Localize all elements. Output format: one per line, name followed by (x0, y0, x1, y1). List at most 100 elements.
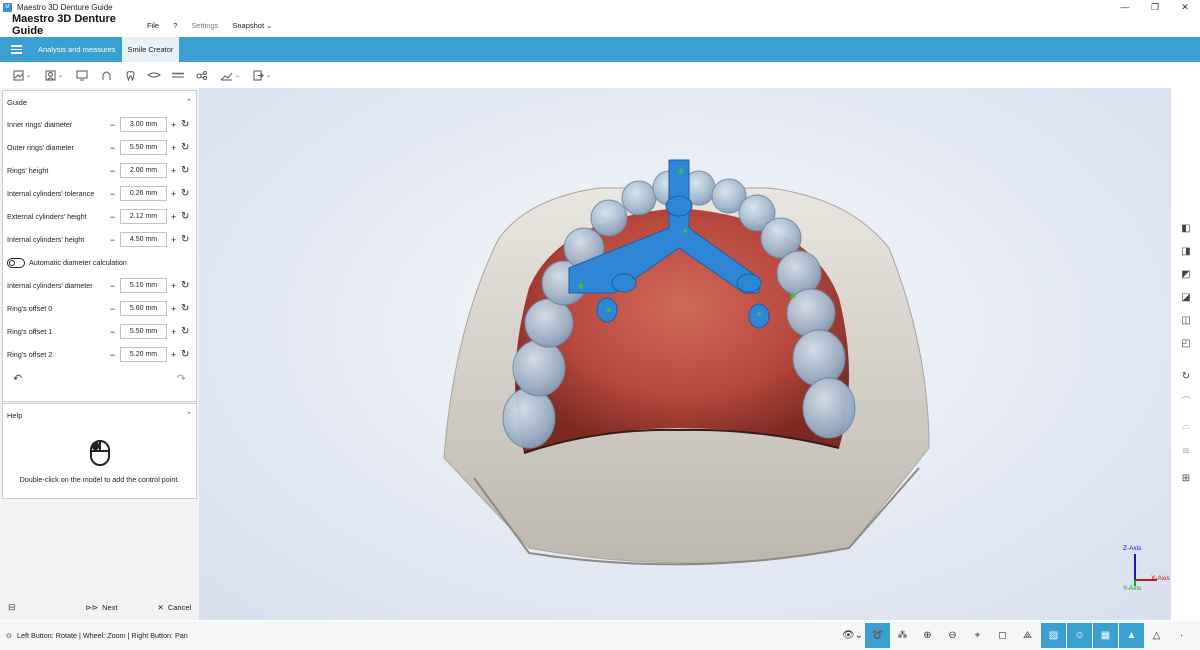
wireframe-view-icon[interactable]: △ (1144, 623, 1169, 648)
view-left-icon[interactable]: ◩ (1179, 268, 1193, 282)
view-right-icon[interactable]: ◪ (1179, 291, 1193, 305)
image-dropdown-icon[interactable]: ⌄ (6, 65, 38, 85)
decrement-button[interactable]: − (107, 304, 119, 314)
center-icon[interactable]: ⌖ (965, 623, 990, 648)
connector-icon[interactable] (190, 65, 214, 85)
tooth-icon[interactable] (118, 65, 142, 85)
hamburger-menu-icon[interactable] (0, 37, 32, 62)
more-icon[interactable]: · (1169, 623, 1194, 648)
increment-button[interactable]: + (169, 327, 179, 337)
reset-icon[interactable]: ↻ (178, 211, 192, 222)
param-row: Internal cylinders' height − 4.50 mm + ↻ (3, 228, 196, 251)
profile-view-icon[interactable]: ☺ (1067, 623, 1092, 648)
param-label: Internal cylinders' diameter (7, 281, 93, 290)
tab-analysis[interactable]: Analysis and measures (32, 37, 122, 62)
upper-arch-icon[interactable]: ⌒ (1179, 396, 1193, 410)
decrement-button[interactable]: − (107, 166, 119, 176)
param-value-input[interactable]: 5.50 mm (120, 140, 167, 155)
rotate-view-icon[interactable]: ↻ (1179, 370, 1193, 384)
collapse-panel-icon[interactable]: ⊟ (8, 602, 16, 613)
decrement-button[interactable]: − (107, 327, 119, 337)
increment-button[interactable]: + (169, 189, 179, 199)
increment-button[interactable]: + (169, 235, 179, 245)
gum-icon[interactable] (142, 65, 166, 85)
teeth-view-icon[interactable]: ▦ (1093, 623, 1118, 648)
screen-icon[interactable] (70, 65, 94, 85)
reset-icon[interactable]: ↻ (178, 326, 192, 337)
export-dropdown-icon[interactable]: ⌄ (246, 65, 278, 85)
profile-dropdown-icon[interactable]: ⌄ (38, 65, 70, 85)
increment-button[interactable]: + (169, 304, 179, 314)
reset-icon[interactable]: ↻ (178, 119, 192, 130)
decrement-button[interactable]: − (107, 350, 119, 360)
increment-button[interactable]: + (169, 350, 179, 360)
param-value-input[interactable]: 5.20 mm (120, 347, 167, 362)
chevron-up-icon[interactable]: ⌃ (186, 98, 192, 106)
param-value-input[interactable]: 2.12 mm (120, 209, 167, 224)
menu-file[interactable]: File (147, 21, 159, 30)
mesh-icon[interactable]: ⟁ (1015, 623, 1040, 648)
image-view-icon[interactable]: ▨ (1041, 623, 1066, 648)
increment-button[interactable]: + (169, 166, 179, 176)
param-value-input[interactable]: 3.00 mm (120, 117, 167, 132)
param-value-input[interactable]: 4.50 mm (120, 232, 167, 247)
view-back-icon[interactable]: ◨ (1179, 245, 1193, 259)
view-bottom-icon[interactable]: ◰ (1179, 337, 1193, 351)
next-button[interactable]: ⊳⊳ Next (86, 603, 118, 612)
reset-icon[interactable]: ↻ (178, 188, 192, 199)
auto-diameter-toggle[interactable] (7, 257, 25, 268)
increment-button[interactable]: + (169, 120, 179, 130)
tab-smile-creator[interactable]: Smile Creator (121, 37, 180, 62)
reset-icon[interactable]: ↻ (178, 165, 192, 176)
menu-help[interactable]: ? (173, 21, 177, 30)
visibility-dropdown-icon[interactable]: 👁⌄ (840, 623, 865, 648)
menu-snapshot[interactable]: Snapshot ⌄ (232, 21, 272, 30)
grid-icon[interactable]: ⊞ (1179, 472, 1193, 486)
restore-button[interactable]: ❐ (1140, 0, 1170, 14)
guide-header[interactable]: Guide ⌃ (3, 91, 196, 113)
reset-icon[interactable]: ↻ (178, 234, 192, 245)
param-value-input[interactable]: 2.00 mm (120, 163, 167, 178)
points-icon[interactable]: ⁂ (890, 623, 915, 648)
decrement-button[interactable]: − (107, 120, 119, 130)
view-front-icon[interactable]: ◧ (1179, 222, 1193, 236)
reset-icon[interactable]: ↻ (178, 280, 192, 291)
decrement-button[interactable]: − (107, 281, 119, 291)
menu-bar: Maestro 3D Denture Guide File ? Settings… (0, 13, 1200, 37)
view-top-icon[interactable]: ◫ (1179, 314, 1193, 328)
param-value-input[interactable]: 5.10 mm (120, 278, 167, 293)
teeth-row-icon[interactable] (166, 65, 190, 85)
zoom-in-icon[interactable]: ⊕ (915, 623, 940, 648)
help-header[interactable]: Help ⌃ (3, 404, 196, 426)
dental-model[interactable] (199, 88, 1171, 620)
3d-viewport[interactable]: Z-Axis X-Axis Y-Axis (199, 88, 1171, 620)
redo-icon[interactable]: ↷ (177, 372, 186, 385)
zoom-out-icon[interactable]: ⊖ (940, 623, 965, 648)
param-value-input[interactable]: 5.60 mm (120, 301, 167, 316)
close-button[interactable]: ✕ (1170, 0, 1200, 14)
decrement-button[interactable]: − (107, 235, 119, 245)
decrement-button[interactable]: − (107, 143, 119, 153)
decrement-button[interactable]: − (107, 212, 119, 222)
cancel-button[interactable]: ✕ Cancel (158, 603, 192, 612)
increment-button[interactable]: + (169, 143, 179, 153)
solid-view-icon[interactable]: ▲ (1119, 623, 1144, 648)
both-arches-icon[interactable]: ≋ (1179, 445, 1193, 459)
reset-icon[interactable]: ↻ (178, 303, 192, 314)
arch-icon[interactable] (94, 65, 118, 85)
measure-dropdown-icon[interactable]: ⌄ (214, 65, 246, 85)
param-value-input[interactable]: 0.26 mm (120, 186, 167, 201)
menu-settings[interactable]: Settings (191, 21, 218, 30)
reset-icon[interactable]: ↻ (178, 142, 192, 153)
reset-icon[interactable]: ↻ (178, 349, 192, 360)
increment-button[interactable]: + (169, 281, 179, 291)
param-value-input[interactable]: 5.50 mm (120, 324, 167, 339)
lasso-icon[interactable]: ➰ (865, 623, 890, 648)
frame-icon[interactable]: ◻ (990, 623, 1015, 648)
minimize-button[interactable]: — (1110, 0, 1140, 14)
chevron-up-icon[interactable]: ⌃ (186, 411, 192, 419)
decrement-button[interactable]: − (107, 189, 119, 199)
lower-arch-icon[interactable]: ⌓ (1179, 420, 1193, 434)
undo-icon[interactable]: ↶ (13, 372, 22, 385)
increment-button[interactable]: + (169, 212, 179, 222)
